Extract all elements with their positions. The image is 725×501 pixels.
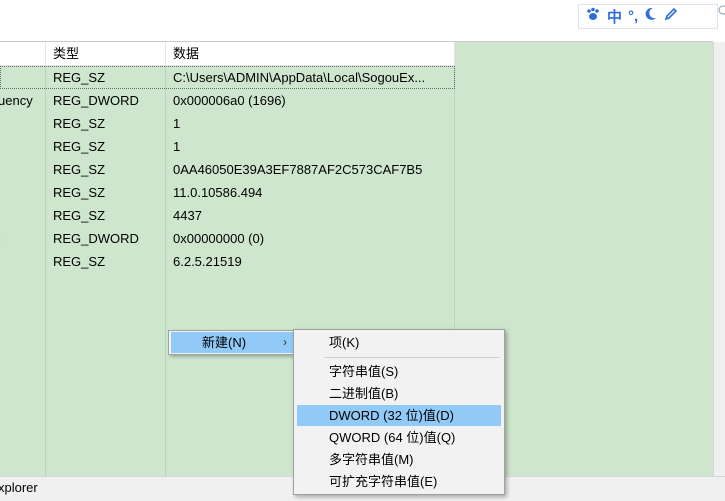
value-data: 1 [173,116,181,131]
table-row[interactable]: uency REG_DWORD 0x000006a0 (1696) [0,89,455,112]
value-data: 6.2.5.21519 [173,254,242,269]
table-row[interactable]: REG_SZ C:\Users\ADMIN\AppData\Local\Sogo… [0,66,455,89]
vertical-scrollbar[interactable] [713,42,725,476]
menu-separator [324,357,500,358]
menu-item-dword-value[interactable]: DWORD (32 位)值(D) [297,405,501,426]
value-type: REG_SZ [53,162,106,177]
menu-item-string-value[interactable]: 字符串值(S) [297,361,501,382]
menu-item-label: 字符串值(S) [329,364,399,379]
menu-item-label: 多字符串值(M) [329,452,414,467]
column-header-type[interactable]: 类型 [46,42,79,66]
value-type: REG_DWORD [53,93,139,108]
value-data: 11.0.10586.494 [173,185,263,200]
table-row[interactable]: REG_SZ 6.2.5.21519 [0,250,455,273]
status-path: xplorer [0,480,38,495]
ime-language-toggle[interactable]: 中 [607,7,622,27]
value-type: REG_SZ [53,208,106,223]
menu-item-expandable-string-value[interactable]: 可扩充字符串值(E) [297,471,501,492]
table-row[interactable]: REG_SZ 4437 [0,204,455,227]
table-row[interactable]: REG_SZ 11.0.10586.494 [0,181,455,204]
menu-item-new[interactable]: 新建(N) › [171,332,295,353]
value-data: C:\Users\ADMIN\AppData\Local\SogouEx... [173,70,426,85]
ime-toolbar: 中 °, [578,4,718,29]
value-name: uency [0,93,33,108]
value-data: 0AA46050E39A3EF7887AF2C573CAF7B5 [173,162,423,177]
table-row[interactable]: REG_SZ 1 [0,112,455,135]
list-header: 类型 数据 [0,42,455,66]
ime-punctuation-toggle[interactable]: °, [628,7,638,27]
value-name: i [0,227,43,250]
context-menu: 新建(N) › [168,330,298,355]
new-submenu: 项(K) 字符串值(S) 二进制值(B) DWORD (32 位)值(D) QW… [293,329,505,495]
value-type: REG_SZ [53,70,106,85]
value-data: 4437 [173,208,202,223]
menu-item-label: 可扩充字符串值(E) [329,474,438,489]
menu-item-key[interactable]: 项(K) [297,332,501,353]
paw-icon[interactable] [585,6,601,28]
menu-item-label: 二进制值(B) [329,386,399,401]
table-row[interactable]: REG_SZ 0AA46050E39A3EF7887AF2C573CAF7B5 [0,158,455,181]
menu-item-qword-value[interactable]: QWORD (64 位)值(Q) [297,427,501,448]
value-data: 0x00000000 (0) [173,231,265,246]
menu-item-label: QWORD (64 位)值(Q) [329,430,456,445]
menu-item-multi-string-value[interactable]: 多字符串值(M) [297,449,501,470]
value-data: 0x000006a0 (1696) [173,93,286,108]
moon-icon[interactable] [644,6,658,28]
menu-item-label: 项(K) [329,335,360,350]
list-header-empty [455,42,713,66]
menu-item-label: 新建(N) [202,335,247,350]
value-type: REG_SZ [53,116,106,131]
table-row[interactable]: i REG_DWORD 0x00000000 (0) [0,227,455,250]
pen-icon[interactable] [664,6,678,28]
value-type: REG_SZ [53,185,106,200]
value-type: REG_SZ [53,254,106,269]
menu-item-label: DWORD (32 位)值(D) [329,408,454,423]
search-icon[interactable] [717,4,725,29]
value-type: REG_SZ [53,139,106,154]
chevron-right-icon: › [283,335,287,349]
table-row[interactable]: REG_SZ 1 [0,135,455,158]
column-header-data[interactable]: 数据 [166,42,199,66]
value-type: REG_DWORD [53,231,139,246]
menu-item-binary-value[interactable]: 二进制值(B) [297,383,501,404]
value-data: 1 [173,139,181,154]
